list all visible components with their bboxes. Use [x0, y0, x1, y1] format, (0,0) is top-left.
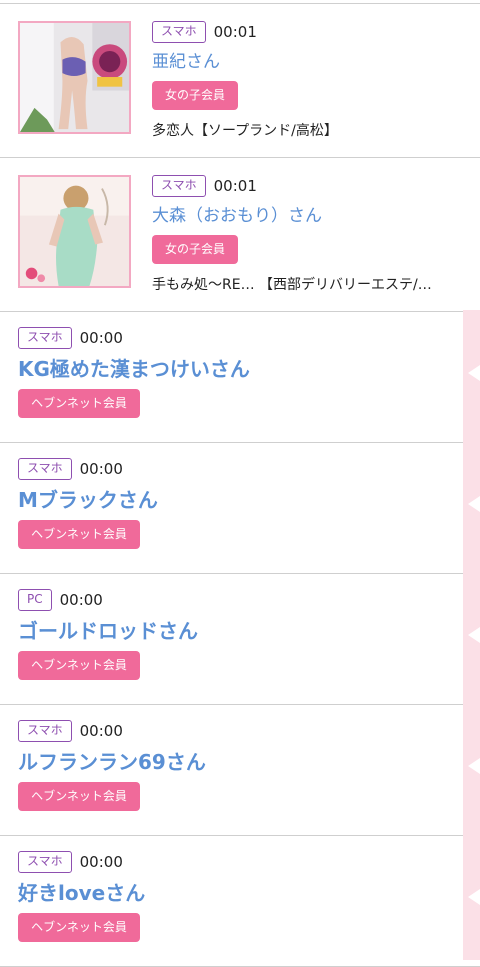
shop-name[interactable]: 手もみ処～RE… 【西部デリバリーエステ/…: [152, 274, 470, 294]
list-item[interactable]: スマホ 00:00 Mブラックさん ヘブンネット会員: [0, 443, 480, 574]
access-time: 00:00: [79, 722, 123, 740]
access-time: 00:01: [213, 177, 257, 195]
member-type-badge: ヘブンネット会員: [18, 651, 140, 680]
access-time: 00:01: [213, 23, 257, 41]
user-name-link[interactable]: Mブラックさん: [18, 487, 450, 513]
user-name-link[interactable]: 好きloveさん: [18, 880, 450, 906]
arrow-left-icon[interactable]: [468, 889, 480, 905]
list-item[interactable]: スマホ 00:00 KG極めた漢まつけいさん ヘブンネット会員: [0, 312, 480, 443]
profile-photo[interactable]: [18, 175, 131, 288]
access-time: 00:00: [79, 329, 123, 347]
device-badge: スマホ: [152, 175, 206, 197]
user-name-link[interactable]: ルフランラン69さん: [18, 749, 450, 775]
arrow-left-icon[interactable]: [468, 758, 480, 774]
device-badge: スマホ: [152, 21, 206, 43]
list-item[interactable]: スマホ 00:00 好きloveさん ヘブンネット会員: [0, 836, 480, 967]
list-item[interactable]: スマホ 00:01 大森（おおもり）さん 女の子会員 手もみ処～RE… 【西部デ…: [0, 158, 480, 312]
arrow-left-icon[interactable]: [468, 627, 480, 643]
user-name-link[interactable]: 大森（おおもり）さん: [152, 205, 470, 227]
device-badge: PC: [18, 589, 52, 611]
member-type-badge: ヘブンネット会員: [18, 782, 140, 811]
access-time: 00:00: [79, 853, 123, 871]
member-type-badge: ヘブンネット会員: [18, 913, 140, 942]
user-name-link[interactable]: 亜紀さん: [152, 51, 470, 73]
member-type-badge: 女の子会員: [152, 81, 239, 110]
member-type-badge: ヘブンネット会員: [18, 389, 140, 418]
access-time: 00:00: [59, 591, 103, 609]
profile-photo[interactable]: [18, 21, 131, 134]
device-badge: スマホ: [18, 458, 72, 480]
list-item[interactable]: PC 00:00 ゴールドロッドさん ヘブンネット会員: [0, 574, 480, 705]
arrow-left-icon[interactable]: [468, 365, 480, 381]
member-type-badge: ヘブンネット会員: [18, 520, 140, 549]
side-scroll-rail[interactable]: [463, 310, 480, 960]
list-item[interactable]: スマホ 00:00 ルフランラン69さん ヘブンネット会員: [0, 705, 480, 836]
access-time: 00:00: [79, 460, 123, 478]
arrow-left-icon[interactable]: [468, 496, 480, 512]
device-badge: スマホ: [18, 851, 72, 873]
user-name-link[interactable]: ゴールドロッドさん: [18, 618, 450, 644]
user-name-link[interactable]: KG極めた漢まつけいさん: [18, 356, 450, 382]
shop-name[interactable]: 多恋人【ソープランド/高松】: [152, 120, 470, 140]
device-badge: スマホ: [18, 720, 72, 742]
member-type-badge: 女の子会員: [152, 235, 239, 264]
access-list: スマホ 00:01 亜紀さん 女の子会員 多恋人【ソープランド/高松】 スマホ …: [0, 0, 480, 967]
device-badge: スマホ: [18, 327, 72, 349]
list-item[interactable]: スマホ 00:01 亜紀さん 女の子会員 多恋人【ソープランド/高松】: [0, 4, 480, 158]
